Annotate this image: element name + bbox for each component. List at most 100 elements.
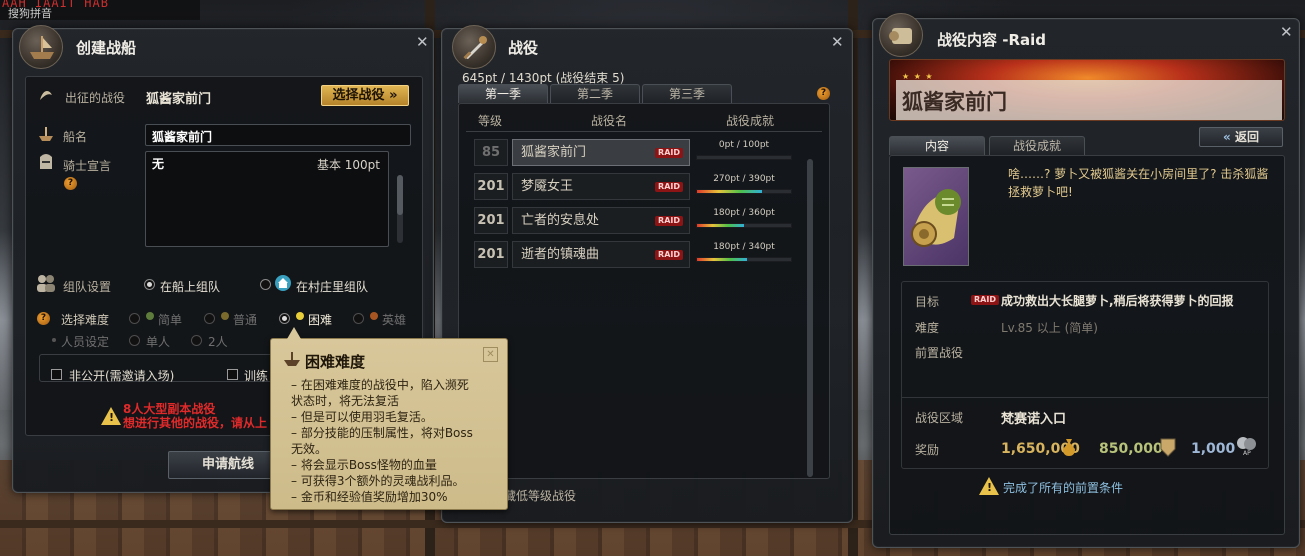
campaign-description: 啥……? 萝卜又被狐酱关在小房间里了? 击杀狐酱拯救萝卜吧! <box>1008 167 1269 199</box>
info-divider <box>901 397 1269 398</box>
raid-badge: RAID <box>655 148 683 158</box>
col-progress-header: 战役成就 <box>726 114 775 128</box>
choose-campaign-button[interactable]: 选择战役 » <box>321 85 409 106</box>
difficulty-normal-radio[interactable] <box>204 313 215 324</box>
progress-bar <box>696 257 792 262</box>
progress-bar <box>696 155 792 160</box>
row-name: 逝者的镇魂曲 RAID <box>512 241 690 268</box>
row-name: 梦魇女王 RAID <box>512 173 690 200</box>
difficulty-hard-label: 困难 <box>308 313 333 327</box>
close-icon[interactable]: ✕ <box>483 347 498 362</box>
tooltip-title: 困难难度 <box>305 353 366 371</box>
campaign-title: 战役 <box>508 39 539 57</box>
row-progress: 180pt / 340pt <box>696 241 792 268</box>
team-ship-radio[interactable] <box>144 279 155 290</box>
prereq-complete-text: 完成了所有的前置条件 <box>1003 481 1124 495</box>
help-icon[interactable]: ? <box>37 312 50 325</box>
difficulty-easy-radio[interactable] <box>129 313 140 324</box>
row-progress: 0pt / 100pt <box>696 139 792 166</box>
people-two-radio[interactable] <box>191 335 202 346</box>
warning-icon: ! <box>979 477 999 495</box>
training-checkbox[interactable] <box>227 369 238 380</box>
row-name-text: 狐酱家前门 <box>521 145 587 160</box>
warning-text: 想进行其他的战役，请从上 <box>123 416 268 430</box>
people-two-label: 2人 <box>208 335 228 349</box>
progress-fill <box>697 190 762 193</box>
reward-scroll-icon <box>903 167 969 266</box>
campaign-row[interactable]: 201 梦魇女王 RAID 270pt / 390pt <box>474 173 794 200</box>
tooltip-line: 状态时，将无法复活 <box>291 394 400 408</box>
target-label: 目标 <box>915 295 940 309</box>
normal-face-icon <box>221 312 229 320</box>
row-level: 85 <box>474 139 508 166</box>
row-name-text: 梦魇女王 <box>521 179 574 194</box>
tooltip-line: – 部分技能的压制属性，将对Boss <box>291 426 473 440</box>
campaign-row[interactable]: 201 逝者的镇魂曲 RAID 180pt / 340pt <box>474 241 794 268</box>
people-solo-label: 单人 <box>146 335 171 349</box>
warning-icon: ! <box>101 407 121 425</box>
help-icon[interactable]: ? <box>64 177 77 190</box>
campaign-row[interactable]: 201 亡者的安息处 RAID 180pt / 360pt <box>474 207 794 234</box>
help-icon[interactable]: ? <box>817 87 830 100</box>
close-icon[interactable]: ✕ <box>416 33 429 51</box>
detail-title: 战役内容 -Raid <box>937 31 1046 49</box>
team-village-label: 在村庄里组队 <box>296 280 369 294</box>
row-progress: 270pt / 390pt <box>696 173 792 200</box>
close-icon[interactable]: ✕ <box>1280 23 1293 41</box>
tooltip-pointer <box>287 327 301 339</box>
difficulty-hero-radio[interactable] <box>353 313 364 324</box>
create-ship-title: 创建战船 <box>76 39 137 57</box>
target-value: 成功救出大长腿萝卜,稍后将获得萝卜的回报 <box>1001 294 1234 308</box>
oath-base-points: 基本 100pt <box>316 158 380 172</box>
close-icon[interactable]: ✕ <box>831 33 844 51</box>
oath-scrollbar[interactable] <box>397 175 403 243</box>
training-label: 训练 <box>244 369 269 383</box>
campaign-scrollbar[interactable] <box>807 159 813 477</box>
ship-small-icon <box>37 125 55 143</box>
campaign-row[interactable]: 85 狐酱家前门 RAID 0pt / 100pt <box>474 139 794 166</box>
target-raid-badge: RAID <box>971 295 999 305</box>
tab-season-2[interactable]: 第二季 <box>550 84 640 103</box>
sword-emblem-icon <box>452 25 496 69</box>
people-label: 人员设定 <box>61 335 110 349</box>
tab-season-1[interactable]: 第一季 <box>458 84 548 103</box>
oath-textarea[interactable]: 无 基本 100pt <box>145 151 389 247</box>
row-progress-text: 180pt / 360pt <box>713 208 775 218</box>
col-level-header: 等级 <box>478 114 503 128</box>
tab-achievement[interactable]: 战役成就 <box>989 136 1085 155</box>
ship-small-icon <box>283 351 301 367</box>
people-solo-radio[interactable] <box>129 335 140 346</box>
difficulty-hard-radio[interactable] <box>279 313 290 324</box>
progress-bar <box>696 223 792 228</box>
tab-season-3[interactable]: 第三季 <box>642 84 732 103</box>
back-button-label: 返回 <box>1234 130 1259 144</box>
hard-face-icon <box>296 312 304 320</box>
party-icon <box>35 273 57 293</box>
ship-name-input[interactable]: 狐酱家前门 <box>145 124 411 146</box>
col-name-header: 战役名 <box>591 114 628 128</box>
difficulty-easy-label: 简单 <box>158 313 183 327</box>
row-progress-text: 180pt / 340pt <box>713 242 775 252</box>
campaign-label: 出征的战役 <box>65 91 126 105</box>
exp-shield-icon <box>1159 437 1177 457</box>
knight-helmet-icon <box>37 153 55 175</box>
back-button[interactable]: « 返回 <box>1199 127 1283 147</box>
team-village-radio[interactable] <box>260 279 271 290</box>
row-progress-text: 0pt / 100pt <box>718 140 770 150</box>
difficulty-normal-label: 普通 <box>233 313 258 327</box>
tooltip-line: 无效。 <box>291 442 328 456</box>
ime-status-bar: AAH IAAIT HAB 搜狗拼音 <box>0 0 200 20</box>
prereq-label: 前置战役 <box>915 346 964 360</box>
tab-content[interactable]: 内容 <box>889 136 985 155</box>
area-label: 战役区域 <box>915 411 964 425</box>
difficulty-label: 选择难度 <box>61 313 110 327</box>
level-label: 难度 <box>915 321 940 335</box>
row-progress-text: 270pt / 390pt <box>713 174 775 184</box>
row-progress: 180pt / 360pt <box>696 207 792 234</box>
oath-text: 无 <box>152 157 165 171</box>
private-checkbox[interactable] <box>51 369 62 380</box>
hero-face-icon <box>370 312 378 320</box>
campaign-banner: ★ ★ ★ 狐酱家前门 <box>889 59 1285 121</box>
ap-tag: AP <box>1243 450 1251 457</box>
tooltip-line: – 在困难难度的战役中，陷入濒死 <box>291 378 469 392</box>
